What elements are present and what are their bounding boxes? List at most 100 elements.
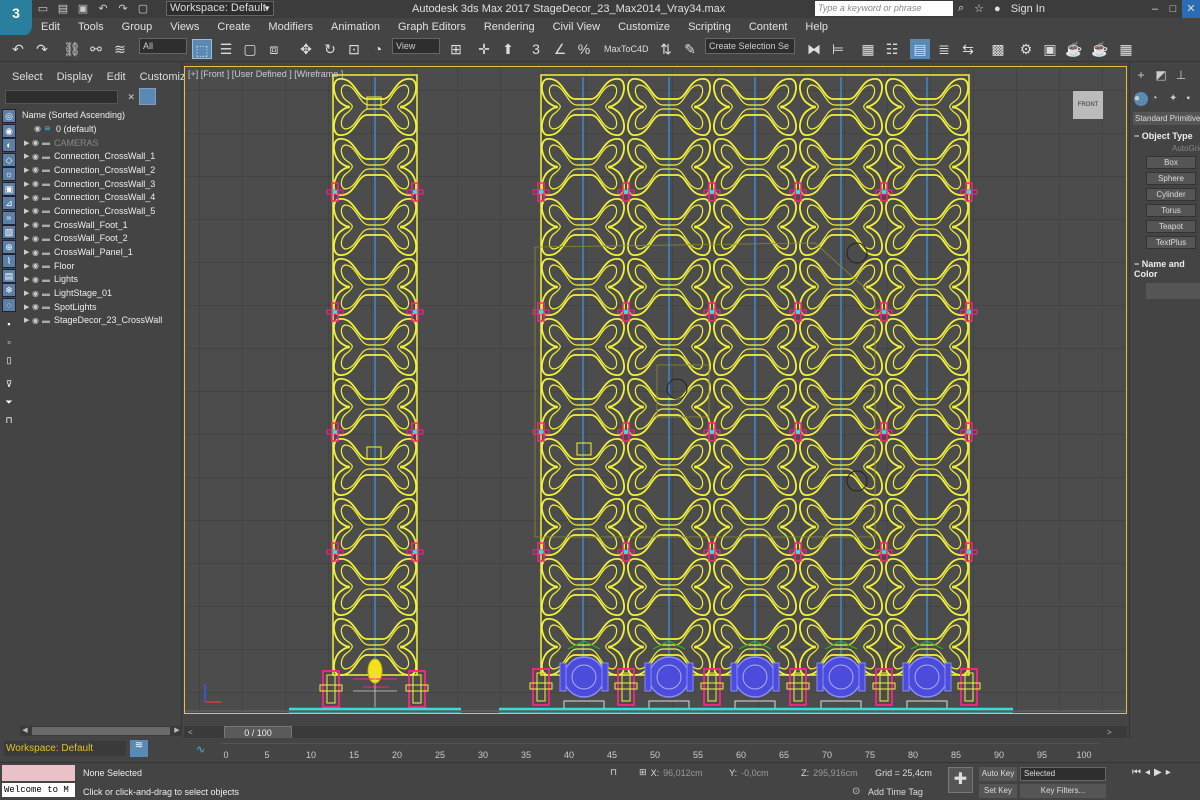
select-scale-icon[interactable]: ⊡	[344, 39, 364, 59]
spinner-snap-icon[interactable]: ⇅	[656, 39, 676, 59]
maximize-icon[interactable]: □	[1164, 0, 1182, 18]
percent-snap-icon[interactable]: %	[574, 39, 594, 59]
render-activeshade-icon[interactable]: ▦	[1116, 39, 1136, 59]
menu-rendering[interactable]: Rendering	[475, 21, 544, 33]
expand-arrow-icon[interactable]: ▶	[24, 166, 32, 174]
render-production-icon[interactable]: ☕	[1064, 39, 1084, 59]
tree-row[interactable]: ▶ ◉ ▬ SpotLights	[20, 300, 178, 314]
undo-icon[interactable]: ↶	[8, 39, 28, 59]
toggle-scene-explorer-icon[interactable]: ▦	[858, 39, 878, 59]
viewcube[interactable]: FRONT	[1073, 91, 1103, 119]
track-bar[interactable]: 0 5 10 15 20 25 30 35 40 45 50 55 60 65 …	[222, 743, 1098, 763]
expand-arrow-icon[interactable]: ▶	[24, 289, 32, 297]
expand-arrow-icon[interactable]: ▶	[24, 275, 32, 283]
filter-icon[interactable]	[139, 88, 156, 105]
maxtoc4d-label[interactable]: MaxToC4D	[604, 44, 649, 54]
menu-animation[interactable]: Animation	[322, 21, 389, 33]
maxscript-listener-output[interactable]: Welcome to M	[2, 783, 75, 797]
tree-row[interactable]: ▶ ◉ ▬ Floor	[20, 259, 178, 273]
shapes-icon[interactable]: ◔	[1152, 92, 1166, 106]
schematic-view-icon[interactable]: ⇆	[958, 39, 978, 59]
eye-icon[interactable]: ◉	[32, 316, 42, 325]
eye-icon[interactable]: ◉	[32, 206, 42, 215]
tree-row[interactable]: ▶ ◉ ▬ CAMERAS	[20, 136, 178, 150]
select-none-icon[interactable]: ▫	[2, 336, 16, 350]
tree-row[interactable]: ▶ ◉ ▬ Connection_CrossWall_2	[20, 163, 178, 177]
sync-selection-icon[interactable]: ⊽	[2, 378, 16, 392]
expand-arrow-icon[interactable]: ▶	[24, 207, 32, 215]
eye-icon[interactable]: ◉	[32, 248, 42, 257]
select-by-name-icon[interactable]: ☰	[216, 39, 236, 59]
horizontal-scrollbar[interactable]: ◀ ▶	[20, 726, 182, 736]
link-icon[interactable]: ⛓	[62, 39, 82, 59]
modify-tab-icon[interactable]: ◩	[1154, 68, 1168, 82]
display-containers-icon[interactable]: ▤	[2, 268, 16, 283]
selection-filter-dropdown[interactable]: All	[139, 38, 187, 54]
expand-arrow-icon[interactable]: ▶	[24, 316, 32, 324]
tree-row[interactable]: ▶ ◉ ▬ Lights	[20, 273, 178, 287]
add-time-tag[interactable]: Add Time Tag	[868, 787, 923, 797]
menu-group[interactable]: Group	[113, 21, 162, 33]
tree-row[interactable]: ▶ ◉ ▬ CrossWall_Panel_1	[20, 245, 178, 259]
eye-icon[interactable]: ◉	[32, 138, 42, 147]
mini-curve-editor-icon[interactable]: ∿	[196, 743, 205, 756]
go-to-start-icon[interactable]: ⏮	[1132, 767, 1141, 778]
project-folder-icon[interactable]: ▢	[136, 2, 150, 16]
geometry-icon[interactable]: ●	[1134, 92, 1148, 106]
tab-select[interactable]: Select	[12, 71, 43, 84]
viewport-label[interactable]: [+] [Front ] [User Defined ] [Wireframe …	[188, 69, 343, 79]
display-xrefs-icon[interactable]: ⊕	[2, 239, 16, 254]
select-place-icon[interactable]: ◔	[368, 39, 388, 59]
expand-arrow-icon[interactable]: ▶	[24, 248, 32, 256]
cameras-icon[interactable]: ▪	[1187, 92, 1200, 106]
display-lights-icon[interactable]: ☼	[2, 167, 16, 181]
expand-arrow-icon[interactable]: ▶	[24, 303, 32, 311]
autogrid-checkbox[interactable]: AutoGrid	[1130, 144, 1200, 153]
select-object-icon[interactable]: ⬚	[192, 39, 212, 59]
search-icon[interactable]: ⌕	[958, 2, 964, 15]
tab-edit[interactable]: Edit	[107, 71, 126, 84]
save-icon[interactable]: ▣	[76, 2, 90, 16]
z-coordinate-field[interactable]: 295,916cm	[813, 768, 861, 778]
eye-icon[interactable]: ◉	[32, 193, 42, 202]
eye-icon[interactable]: ◉	[32, 302, 42, 311]
mirror-icon[interactable]: ⧓	[804, 39, 824, 59]
scroll-left-icon[interactable]: ◀	[20, 726, 30, 736]
menu-views[interactable]: Views	[161, 21, 208, 33]
display-cameras-icon[interactable]: ▣	[2, 181, 16, 196]
align-icon[interactable]: ⊨	[828, 39, 848, 59]
close-icon[interactable]: ✕	[1182, 0, 1200, 18]
textplus-button[interactable]: TextPlus	[1146, 236, 1196, 249]
expand-arrow-icon[interactable]: ▶	[24, 180, 32, 188]
eye-icon[interactable]: ◉	[32, 261, 42, 270]
expand-arrow-icon[interactable]: ▶	[24, 221, 32, 229]
eye-icon[interactable]: ◉	[32, 234, 42, 243]
tree-row[interactable]: ▶ ◉ ▬ Connection_CrossWall_1	[20, 149, 178, 163]
eye-icon[interactable]: ◉	[34, 124, 44, 133]
name-color-header[interactable]: − Name and Color	[1130, 259, 1200, 279]
menu-content[interactable]: Content	[740, 21, 797, 33]
curve-editor-icon[interactable]: ≣	[934, 39, 954, 59]
display-spacewarps-icon[interactable]: ≈	[2, 210, 16, 225]
sphere-button[interactable]: Sphere	[1146, 172, 1196, 185]
expand-arrow-icon[interactable]: ▶	[24, 262, 32, 270]
previous-key-icon[interactable]: ◂	[1145, 767, 1150, 778]
key-mode-dropdown[interactable]: Selected	[1020, 767, 1106, 781]
maxscript-mini-listener[interactable]	[2, 765, 75, 781]
search-input[interactable]: Type a keyword or phrase	[815, 1, 953, 16]
teapot-button[interactable]: Teapot	[1146, 220, 1196, 233]
display-shapes-icon[interactable]: ◇	[2, 152, 16, 167]
keyboard-shortcut-icon[interactable]: ⬆	[498, 39, 518, 59]
invert-selection-icon[interactable]: ▯	[2, 354, 16, 368]
render-iterative-icon[interactable]: ☕	[1090, 39, 1110, 59]
undo-icon[interactable]: ↶	[96, 2, 110, 16]
tab-display[interactable]: Display	[57, 71, 93, 84]
torus-button[interactable]: Torus	[1146, 204, 1196, 217]
reference-coordinate-dropdown[interactable]: View	[392, 38, 440, 54]
cylinder-button[interactable]: Cylinder	[1146, 188, 1196, 201]
sign-in-link[interactable]: Sign In	[1011, 3, 1045, 15]
redo-icon[interactable]: ↷	[32, 39, 52, 59]
display-frozen-icon[interactable]: ❄	[2, 283, 16, 297]
scene-filter-input[interactable]: ✕	[5, 90, 135, 104]
workspace-dropdown[interactable]: Workspace: Default ▼	[166, 1, 274, 16]
